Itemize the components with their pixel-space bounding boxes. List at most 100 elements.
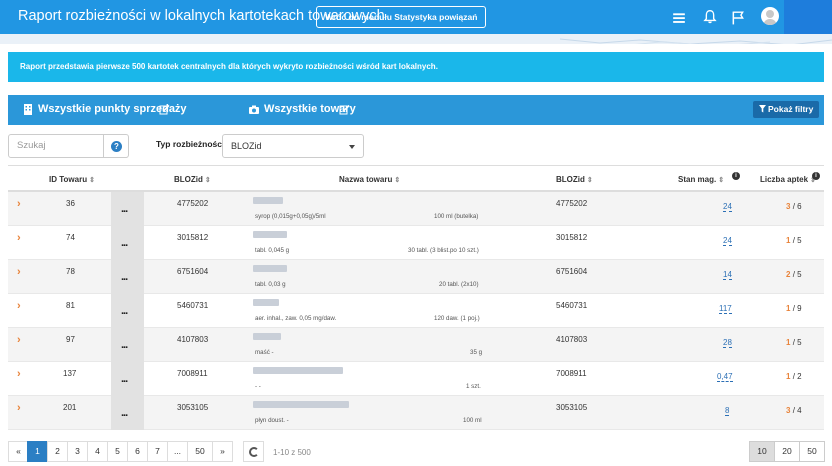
col-pharmacies-header[interactable]: Liczba aptek ⇕ [760,175,816,184]
camera-icon [249,105,259,114]
cell-id: 78 [66,267,75,276]
discrepancy-table: ID Towaru ⇕ BLOZid ⇕ Nazwa towaru ⇕ BLOZid ⇕… [8,165,824,435]
table-row[interactable]: › 81 ... 5460731 aer. inhal., zaw. 0,05 … [8,294,824,328]
cell-package: 100 ml [463,417,482,424]
sort-icon: ⇕ [89,177,95,184]
product-name-redacted [253,197,283,204]
cell-stock-link[interactable]: 8 [725,406,730,416]
page-5[interactable]: 5 [107,441,128,462]
info-icon[interactable]: i [732,172,740,180]
cell-blozid: 4775202 [177,199,209,208]
cell-blozid: 6751604 [177,267,209,276]
col-blozid2-header[interactable]: BLOZid ⇕ [556,175,593,184]
records-range: 1-10 z 500 [273,448,311,457]
bell-icon[interactable] [703,9,717,25]
discrepancy-type-value: BLOZid [231,141,262,151]
show-filters-button[interactable]: Pokaż filtry [753,101,819,118]
sort-icon: ⇕ [394,177,401,184]
sort-icon: ⇕ [718,177,725,184]
row-actions[interactable]: ... [111,226,144,260]
refresh-button[interactable] [243,441,264,462]
row-actions[interactable]: ... [111,396,144,430]
search-help-button[interactable]: ? [103,134,129,158]
product-name-redacted [253,231,287,238]
flag-icon[interactable] [731,10,745,26]
expand-chevron-icon[interactable]: › [17,198,21,210]
edit-icon[interactable] [159,104,170,115]
cell-pharmacies: 3 / 4 [786,406,802,415]
expand-chevron-icon[interactable]: › [17,368,21,380]
menu-icon[interactable] [672,10,686,26]
row-actions[interactable]: ... [111,260,144,294]
discrepancy-type-select[interactable]: BLOZid [222,134,364,158]
network-pattern-icon [559,38,832,44]
col-blozid-header[interactable]: BLOZid ⇕ [174,175,211,184]
page-50[interactable]: 50 [187,441,213,462]
row-actions[interactable]: ... [111,328,144,362]
table-row[interactable]: › 137 ... 7008911 - - 1 szt. 7008911 0,4… [8,362,824,396]
cell-pharmacies: 1 / 2 [786,372,802,381]
table-row[interactable]: › 78 ... 6751604 tabl. 0,03 g 20 tabl. (… [8,260,824,294]
cell-stock-link[interactable]: 14 [723,270,732,280]
product-name-redacted [253,265,287,272]
cell-blozid: 7008911 [177,369,208,378]
more-icon: ... [121,237,128,249]
col-stock-header[interactable]: Stan mag. ⇕ [678,175,724,184]
page-size-20[interactable]: 20 [774,441,800,462]
expand-chevron-icon[interactable]: › [17,402,21,414]
avatar[interactable] [761,7,779,25]
page-size-10[interactable]: 10 [749,441,775,462]
cell-package: 20 tabl. (2x10) [439,281,479,288]
user-menu[interactable] [784,0,832,34]
cell-id: 81 [66,301,75,310]
expand-chevron-icon[interactable]: › [17,266,21,278]
col-name-header[interactable]: Nazwa towaru ⇕ [339,175,400,184]
cell-pharmacies: 3 / 6 [786,202,802,211]
cell-form: - - [255,383,261,390]
col-id-header[interactable]: ID Towaru ⇕ [49,175,95,184]
row-actions[interactable]: ... [111,192,144,226]
page-2[interactable]: 2 [47,441,68,462]
cell-stock-link[interactable]: 24 [723,202,732,212]
cell-stock-link[interactable]: 0,47 [717,372,733,382]
cell-stock-link[interactable]: 28 [723,338,732,348]
cell-pharmacies: 1 / 5 [786,236,802,245]
edit-icon[interactable] [339,104,350,115]
page-1[interactable]: 1 [27,441,48,462]
back-to-statistics-button[interactable]: Wróć do modułu Statystyka powiązań [316,6,487,28]
page-size-50[interactable]: 50 [799,441,825,462]
cell-blozid2: 6751604 [556,267,588,276]
cell-id: 201 [63,403,77,412]
info-icon[interactable]: i [812,172,820,180]
expand-chevron-icon[interactable]: › [17,300,21,312]
table-row[interactable]: › 97 ... 4107803 maść - 35 g 4107803 28 … [8,328,824,362]
expand-chevron-icon[interactable]: › [17,232,21,244]
row-actions[interactable]: ... [111,362,144,396]
expand-chevron-icon[interactable]: › [17,334,21,346]
page-3[interactable]: 3 [67,441,88,462]
cell-blozid2: 5460731 [556,301,588,310]
page-prev[interactable]: « [8,441,29,462]
cell-stock-link[interactable]: 117 [719,304,732,314]
page-4[interactable]: 4 [87,441,108,462]
product-name-redacted [253,401,349,408]
cell-id: 137 [63,369,77,378]
table-header: ID Towaru ⇕ BLOZid ⇕ Nazwa towaru ⇕ BLOZid ⇕… [8,166,824,192]
cell-package: 35 g [470,349,483,356]
search-input[interactable]: Szukaj [8,134,104,158]
row-actions[interactable]: ... [111,294,144,328]
discrepancy-type-label: Typ rozbieżności [156,139,225,149]
table-row[interactable]: › 74 ... 3015812 tabl. 0,045 g 30 tabl. … [8,226,824,260]
more-icon: ... [121,203,128,215]
cell-blozid: 4107803 [177,335,209,344]
table-row[interactable]: › 36 ... 4775202 syrop (0,015g+0,05g)/5m… [8,192,824,226]
page-next[interactable]: » [212,441,233,462]
page-7[interactable]: 7 [147,441,168,462]
product-name-redacted [253,367,343,374]
cell-package: 120 daw. (1 poj.) [434,315,480,322]
cell-blozid2: 7008911 [556,369,587,378]
page-6[interactable]: 6 [127,441,148,462]
table-row[interactable]: › 201 ... 3053105 płyn doust. - 100 ml 3… [8,396,824,430]
sort-icon: ⇕ [204,177,211,184]
cell-stock-link[interactable]: 24 [723,236,732,246]
